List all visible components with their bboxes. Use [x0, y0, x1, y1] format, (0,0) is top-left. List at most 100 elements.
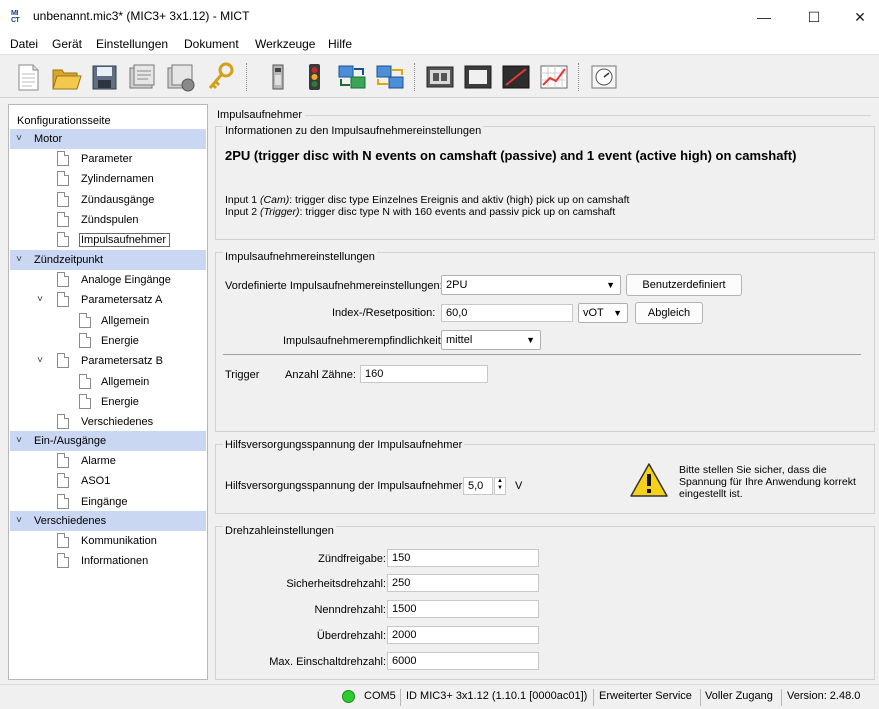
- chevron-down-icon[interactable]: ˅: [35, 290, 45, 310]
- page-icon: [79, 394, 91, 409]
- max-switch-on-speed-input[interactable]: 6000: [387, 652, 539, 670]
- input2-description: Input 2 (Trigger): trigger disc type N w…: [225, 206, 616, 218]
- menu-hilfe[interactable]: Hilfe: [328, 37, 352, 51]
- tree-category-zuendzeitpunkt[interactable]: ˅ Zündzeitpunkt: [10, 250, 206, 270]
- tree-item-analoge-eingaenge[interactable]: Analoge Eingänge: [57, 270, 171, 290]
- warning-icon: [629, 462, 669, 498]
- traffic-light-icon[interactable]: [298, 61, 330, 93]
- tree-category-verschiedenes[interactable]: ˅ Verschiedenes: [10, 511, 206, 531]
- chevron-down-icon[interactable]: ˅: [14, 250, 24, 270]
- tree-item-label: Parametersatz B: [81, 355, 163, 367]
- chevron-down-icon[interactable]: ˅: [14, 511, 24, 531]
- status-access-level: Voller Zugang: [705, 690, 773, 702]
- display-icon[interactable]: [462, 61, 494, 93]
- voltage-spinner[interactable]: ▲ ▼: [494, 477, 506, 495]
- voltage-input[interactable]: 5,0: [463, 477, 493, 495]
- window-title: unbenannt.mic3* (MIC3+ 3x1.12) - MICT: [33, 9, 250, 23]
- tree-item-allgemein-a[interactable]: Allgemein: [79, 311, 149, 331]
- preset-dropdown[interactable]: 2PU ▼: [441, 275, 621, 295]
- chart-icon[interactable]: [538, 61, 570, 93]
- sensitivity-dropdown[interactable]: mittel ▼: [441, 330, 541, 350]
- tree-item-parameter[interactable]: Parameter: [57, 149, 132, 169]
- tree-item-alarme[interactable]: Alarme: [57, 451, 116, 471]
- status-version: Version: 2.48.0: [787, 690, 861, 702]
- new-document-icon[interactable]: [12, 61, 44, 93]
- toolbar-separator: [414, 63, 415, 91]
- adjust-button[interactable]: Abgleich: [635, 302, 703, 324]
- device-icon[interactable]: [262, 61, 294, 93]
- chevron-down-icon[interactable]: ˅: [35, 351, 45, 371]
- safety-speed-input[interactable]: 250: [387, 574, 539, 592]
- chevron-down-icon[interactable]: ˅: [14, 129, 24, 149]
- nominal-speed-input[interactable]: 1500: [387, 600, 539, 618]
- page-icon: [57, 212, 69, 227]
- tree-item-zylindernamen[interactable]: Zylindernamen: [57, 169, 154, 189]
- gauge-icon[interactable]: [588, 61, 620, 93]
- close-button[interactable]: ✕: [840, 4, 879, 30]
- custom-button[interactable]: Benutzerdefiniert: [626, 274, 742, 296]
- tree-item-energie-a[interactable]: Energie: [79, 331, 139, 351]
- read-device-icon[interactable]: [126, 61, 158, 93]
- tree-item-aso1[interactable]: ASO1: [57, 471, 110, 491]
- tree-category-motor[interactable]: ˅ Motor: [10, 129, 206, 149]
- oscilloscope-icon[interactable]: [500, 61, 532, 93]
- navigation-tree[interactable]: Konfigurationsseite ˅ Motor Parameter Zy…: [8, 104, 208, 680]
- index-unit-dropdown[interactable]: vOT ▼: [578, 303, 628, 323]
- network-transfer-icon[interactable]: [374, 61, 406, 93]
- overspeed-input[interactable]: 2000: [387, 626, 539, 644]
- page-icon: [57, 453, 69, 468]
- sensitivity-label: Impulsaufnehmerempfindlichkeit:: [283, 335, 444, 347]
- save-icon[interactable]: [88, 61, 120, 93]
- teeth-count-input[interactable]: 160: [360, 365, 488, 383]
- chevron-down-icon[interactable]: ˅: [14, 431, 24, 451]
- settings-group-title: Impulsaufnehmereinstellungen: [223, 251, 377, 263]
- tree-item-kommunikation[interactable]: Kommunikation: [57, 531, 157, 551]
- tree-item-label: Verschiedenes: [34, 515, 107, 527]
- tree-item-label: Allgemein: [101, 376, 150, 388]
- voltage-unit: V: [515, 480, 523, 492]
- tree-item-eingaenge[interactable]: Eingänge: [57, 492, 128, 512]
- tree-item-energie-b[interactable]: Energie: [79, 392, 139, 412]
- write-device-icon[interactable]: [164, 61, 196, 93]
- page-icon: [57, 232, 69, 247]
- open-folder-icon[interactable]: [50, 61, 82, 93]
- page-icon: [79, 313, 91, 328]
- tree-item-zuendspulen[interactable]: Zündspulen: [57, 210, 139, 230]
- tree-header: Konfigurationsseite: [17, 115, 111, 127]
- tree-item-informationen[interactable]: Informationen: [57, 551, 148, 571]
- page-icon: [57, 553, 69, 568]
- menu-datei[interactable]: Datei: [10, 37, 38, 51]
- minimize-button[interactable]: —: [744, 4, 784, 30]
- info-group-title: Informationen zu den Impulsaufnehmereins…: [223, 125, 484, 137]
- tree-item-label: ASO1: [81, 475, 111, 487]
- page-icon: [79, 374, 91, 389]
- monitor-icon[interactable]: [424, 61, 456, 93]
- key-icon[interactable]: [204, 61, 236, 93]
- tree-item-label: Ein-/Ausgänge: [34, 435, 107, 447]
- tree-item-label: Zylindernamen: [81, 173, 154, 185]
- nominal-speed-label: Nenndrehzahl:: [314, 604, 386, 616]
- menu-einstellungen[interactable]: Einstellungen: [96, 37, 168, 51]
- transfer-icon[interactable]: [336, 61, 368, 93]
- menu-bar: Datei Gerät Einstellungen Dokument Werkz…: [0, 34, 879, 54]
- tree-item-label: Zündspulen: [81, 214, 139, 226]
- connection-status-icon: [342, 690, 355, 703]
- status-separator: [400, 689, 401, 706]
- tree-folder-parametersatz-a[interactable]: ˅ Parametersatz A: [35, 290, 162, 310]
- tree-item-label: Parametersatz A: [81, 294, 163, 306]
- ignition-release-input[interactable]: 150: [387, 549, 539, 567]
- tree-item-impulsaufnehmer[interactable]: Impulsaufnehmer: [57, 230, 170, 250]
- tree-folder-parametersatz-b[interactable]: ˅ Parametersatz B: [35, 351, 163, 371]
- tree-item-verschiedenes-zzp[interactable]: Verschiedenes: [57, 412, 153, 432]
- index-label: Index-/Resetposition:: [332, 307, 436, 319]
- menu-geraet[interactable]: Gerät: [52, 37, 82, 51]
- index-position-input[interactable]: 60,0: [441, 304, 573, 322]
- folder-page-icon: [57, 353, 69, 368]
- menu-werkzeuge[interactable]: Werkzeuge: [255, 37, 315, 51]
- tree-category-ein-ausgaenge[interactable]: ˅ Ein-/Ausgänge: [10, 431, 206, 451]
- tree-item-zuendausgaenge[interactable]: Zündausgänge: [57, 190, 154, 210]
- menu-dokument[interactable]: Dokument: [184, 37, 239, 51]
- tree-item-label-selected: Impulsaufnehmer: [79, 233, 170, 247]
- tree-item-allgemein-b[interactable]: Allgemein: [79, 372, 149, 392]
- maximize-button[interactable]: ☐: [794, 4, 834, 30]
